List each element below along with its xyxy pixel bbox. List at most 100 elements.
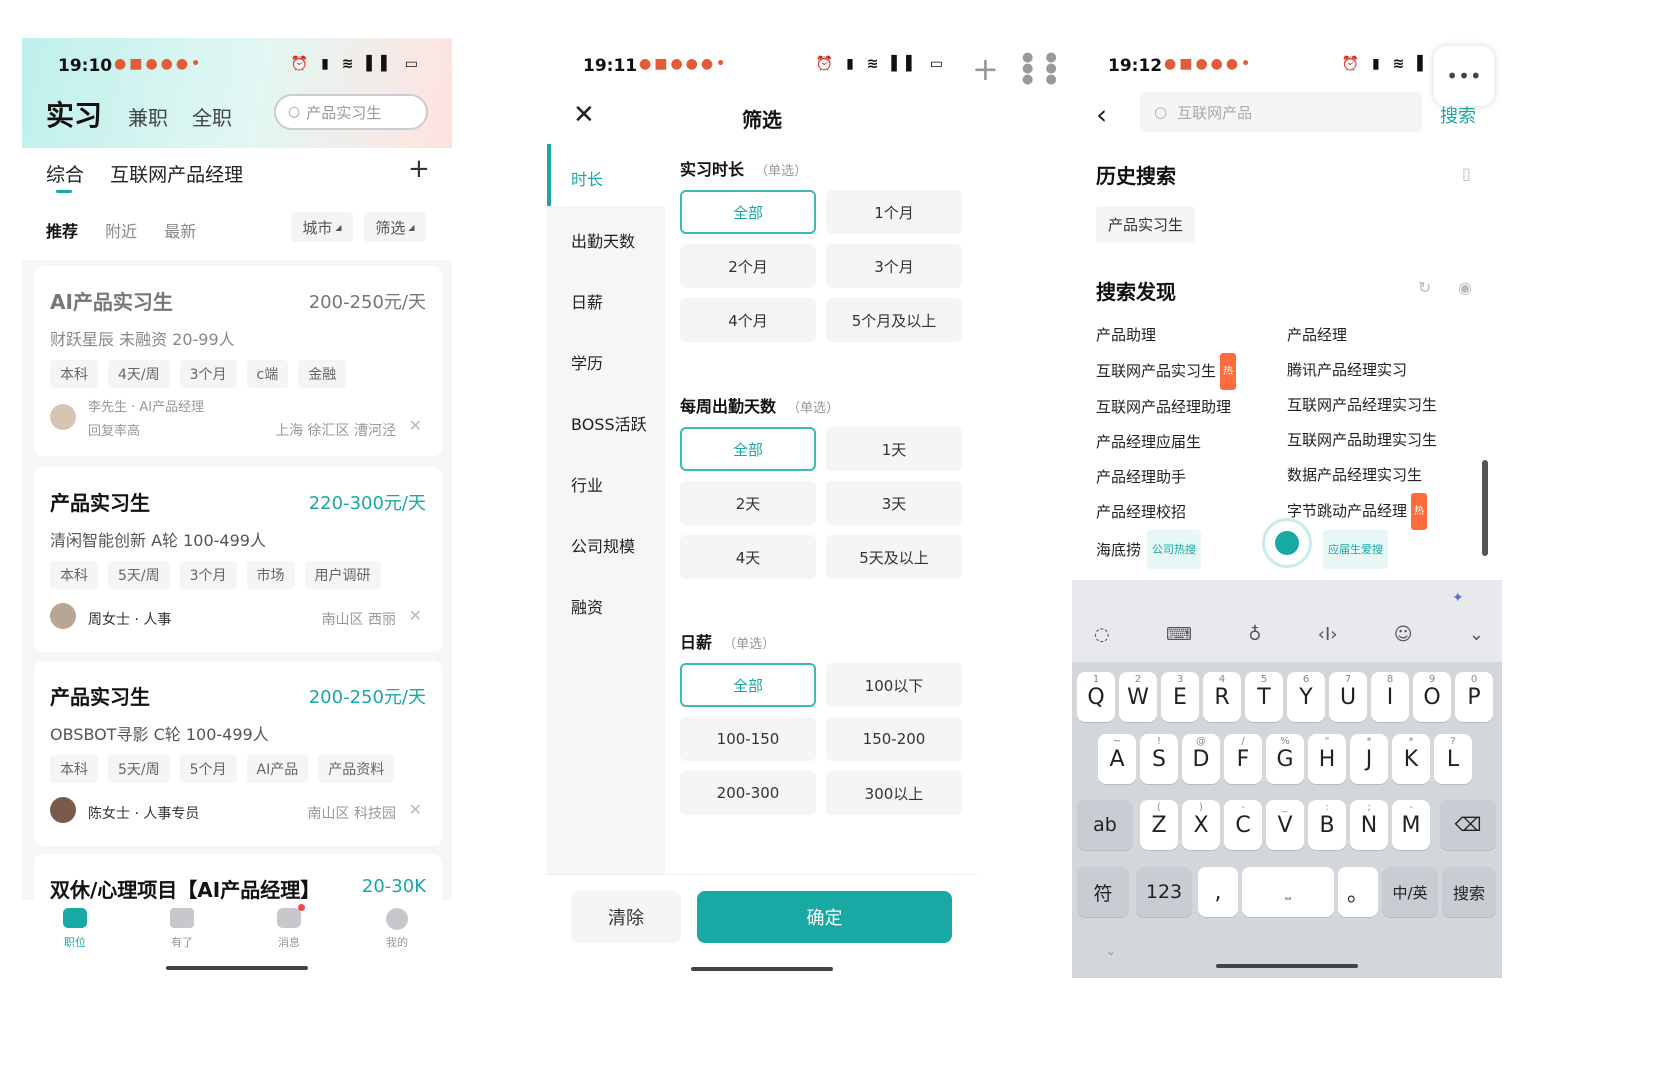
discover-item[interactable]: 产品经理 bbox=[1287, 318, 1437, 353]
key-b[interactable]: :B bbox=[1308, 800, 1346, 850]
key-m[interactable]: -M bbox=[1392, 800, 1430, 850]
option-button[interactable]: 150-200 bbox=[826, 717, 962, 761]
nav-messages[interactable]: 消息 bbox=[266, 904, 312, 950]
key-n[interactable]: ; N bbox=[1350, 800, 1388, 850]
sidebar-item-education[interactable]: 学历 bbox=[571, 350, 603, 374]
language-switch-key[interactable]: 中/英 bbox=[1382, 867, 1438, 917]
key-a[interactable]: ~ A bbox=[1098, 734, 1136, 784]
key-comma[interactable]: , bbox=[1198, 867, 1238, 917]
key-v[interactable]: _ V bbox=[1266, 800, 1304, 850]
key-w[interactable]: 2W bbox=[1119, 672, 1157, 722]
nav-youle[interactable]: 有了 bbox=[159, 908, 205, 950]
key-t[interactable]: 5T bbox=[1245, 672, 1283, 722]
emoji-icon[interactable]: ☺ bbox=[1394, 624, 1413, 645]
category-tab-all[interactable]: 综合 bbox=[46, 164, 84, 186]
discover-item[interactable]: 产品助理 bbox=[1096, 318, 1236, 353]
option-button[interactable]: 200-300 bbox=[680, 771, 816, 815]
sidebar-item-funding[interactable]: 融资 bbox=[571, 594, 603, 618]
key-u[interactable]: 7U bbox=[1329, 672, 1367, 722]
option-button[interactable]: 5个月及以上 bbox=[826, 298, 962, 342]
key-k[interactable]: * K bbox=[1392, 734, 1430, 784]
option-button[interactable]: 100以下 bbox=[826, 663, 962, 707]
job-card[interactable]: AI产品实习生 200-250元/天 财跃星辰 未融资 20-99人 本科 4天/… bbox=[34, 266, 442, 456]
backspace-key[interactable]: ⌫ bbox=[1440, 800, 1496, 850]
key-l[interactable]: ? L bbox=[1434, 734, 1472, 784]
option-button[interactable]: 全部 bbox=[680, 663, 816, 707]
option-button[interactable]: 1个月 bbox=[826, 190, 962, 234]
collapse-icon[interactable]: ⌄ bbox=[1106, 944, 1116, 958]
search-box[interactable]: ○ 产品实习生 bbox=[274, 94, 428, 130]
job-card[interactable]: 产品实习生 200-250元/天 OBSBOT寻影 C轮 100-499人 本科… bbox=[34, 661, 442, 846]
key-c[interactable]: -C bbox=[1224, 800, 1262, 850]
trash-icon[interactable]: ▯ bbox=[1462, 164, 1471, 183]
key-e[interactable]: 3E bbox=[1161, 672, 1199, 722]
key-h[interactable]: " H bbox=[1308, 734, 1346, 784]
discover-item[interactable]: 互联网产品实习生热 bbox=[1096, 353, 1237, 390]
add-window-icon[interactable]: + bbox=[972, 50, 999, 88]
sort-nearby[interactable]: 附近 bbox=[105, 222, 137, 241]
voice-input-icon[interactable]: ♁ bbox=[1248, 624, 1261, 645]
option-button[interactable]: 2天 bbox=[680, 481, 816, 525]
sidebar-item-company-size[interactable]: 公司规模 bbox=[571, 533, 635, 557]
key-i[interactable]: 8I bbox=[1371, 672, 1409, 722]
option-button[interactable]: 全部 bbox=[680, 190, 816, 234]
option-button[interactable]: 全部 bbox=[680, 427, 816, 471]
discover-item[interactable]: 腾讯产品经理实习 bbox=[1287, 353, 1437, 388]
sidebar-item-daily-pay[interactable]: 日薪 bbox=[571, 289, 603, 313]
discover-item[interactable]: 互联网产品助理实习生 bbox=[1287, 423, 1437, 458]
sidebar-item-industry[interactable]: 行业 bbox=[571, 472, 603, 496]
dismiss-icon[interactable]: ✕ bbox=[409, 416, 422, 435]
assistant-icon[interactable]: ✦ bbox=[1452, 590, 1464, 606]
key-numbers[interactable]: 123 bbox=[1136, 867, 1192, 917]
key-j[interactable]: * J bbox=[1350, 734, 1388, 784]
key-r[interactable]: 4R bbox=[1203, 672, 1241, 722]
sidebar-item-duration[interactable]: 时长 bbox=[547, 144, 665, 206]
option-button[interactable]: 3天 bbox=[826, 481, 962, 525]
option-button[interactable]: 300以上 bbox=[826, 771, 962, 815]
sort-recommend[interactable]: 推荐 bbox=[46, 222, 78, 241]
discover-item[interactable]: 产品经理校招 bbox=[1096, 495, 1236, 530]
tab-fulltime[interactable]: 全职 bbox=[192, 102, 232, 131]
confirm-button[interactable]: 确定 bbox=[697, 891, 952, 943]
cursor-icon[interactable]: ‹I› bbox=[1318, 624, 1338, 645]
nav-me[interactable]: 我的 bbox=[374, 908, 420, 950]
key-y[interactable]: 6Y bbox=[1287, 672, 1325, 722]
search-button[interactable]: 搜索 bbox=[1440, 102, 1476, 128]
tab-parttime[interactable]: 兼职 bbox=[128, 102, 168, 131]
discover-item[interactable]: 产品经理助手 bbox=[1096, 460, 1236, 495]
key-d[interactable]: @ D bbox=[1182, 734, 1220, 784]
option-button[interactable]: 3个月 bbox=[826, 244, 962, 288]
key-o[interactable]: 9O bbox=[1413, 672, 1451, 722]
option-button[interactable]: 100-150 bbox=[680, 717, 816, 761]
discover-item[interactable]: 互联网产品经理助理 bbox=[1096, 390, 1236, 425]
key-q[interactable]: 1Q bbox=[1077, 672, 1115, 722]
search-input[interactable]: ○ 互联网产品 bbox=[1140, 92, 1422, 132]
back-icon[interactable]: ‹ bbox=[1096, 98, 1107, 131]
category-tab-pm[interactable]: 互联网产品经理 bbox=[110, 164, 243, 186]
discover-item[interactable]: 字节跳动产品经理热 bbox=[1287, 493, 1437, 530]
sidebar-item-attendance[interactable]: 出勤天数 bbox=[571, 228, 635, 252]
discover-item[interactable]: 产品经理应届生 bbox=[1096, 425, 1236, 460]
dismiss-icon[interactable]: ✕ bbox=[409, 800, 422, 819]
key-f[interactable]: / F bbox=[1224, 734, 1262, 784]
refresh-icon[interactable]: ↻ bbox=[1418, 278, 1431, 297]
key-s[interactable]: ! S bbox=[1140, 734, 1178, 784]
clear-button[interactable]: 清除 bbox=[571, 891, 681, 943]
nav-jobs[interactable]: 职位 bbox=[52, 908, 98, 950]
dismiss-icon[interactable]: ✕ bbox=[409, 606, 422, 625]
sidebar-item-boss-active[interactable]: BOSS活跃 bbox=[571, 411, 647, 435]
option-button[interactable]: 2个月 bbox=[680, 244, 816, 288]
option-button[interactable]: 1天 bbox=[826, 427, 962, 471]
option-button[interactable]: 4个月 bbox=[680, 298, 816, 342]
key-g[interactable]: % G bbox=[1266, 734, 1304, 784]
key-p[interactable]: 0P bbox=[1455, 672, 1493, 722]
filter-button[interactable]: 筛选 ◢ bbox=[364, 212, 426, 242]
city-filter-button[interactable]: 城市 ◢ bbox=[291, 212, 353, 242]
space-key[interactable]: ⎵ bbox=[1242, 867, 1334, 917]
more-options-button[interactable]: ••• bbox=[1434, 46, 1494, 106]
key-x[interactable]: ) X bbox=[1182, 800, 1220, 850]
handwriting-icon[interactable]: ◌ bbox=[1094, 624, 1110, 645]
hide-keyboard-icon[interactable]: ⌄ bbox=[1469, 624, 1484, 645]
sort-latest[interactable]: 最新 bbox=[164, 222, 196, 241]
keyboard-search-key[interactable]: 搜索 bbox=[1442, 867, 1496, 917]
